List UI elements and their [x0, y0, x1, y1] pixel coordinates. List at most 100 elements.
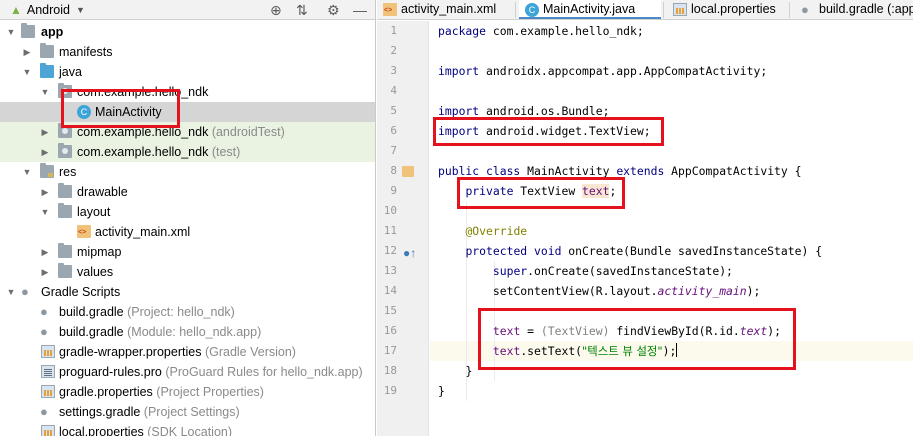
tree-item-gradle-properties[interactable]: gradle.properties (Project Properties)	[0, 382, 375, 402]
collapse-arrow-icon[interactable]: ▶	[40, 122, 50, 142]
line-number: 11	[383, 224, 397, 237]
xml-file-icon	[77, 225, 91, 238]
project-view-selector[interactable]: Android	[27, 3, 70, 17]
tree-item-java[interactable]: ▼ java	[0, 62, 375, 82]
tree-item-settings-gradle[interactable]: ● settings.gradle (Project Settings)	[0, 402, 375, 422]
tree-item-drawable[interactable]: ▶ drawable	[0, 182, 375, 202]
tree-item-gradle-scripts[interactable]: ▼ ● Gradle Scripts	[0, 282, 375, 302]
chevron-down-icon[interactable]: ▼	[76, 5, 85, 15]
tree-suffix: (androidTest)	[211, 125, 285, 139]
text-caret	[676, 343, 678, 357]
override-icon[interactable]: ●↑	[403, 246, 416, 260]
expand-arrow-icon[interactable]: ▼	[6, 22, 16, 42]
tree-item-app[interactable]: ▼ app	[0, 22, 375, 42]
code-token: com.example.hello_ndk;	[486, 24, 644, 38]
resource-folder-icon	[40, 163, 54, 178]
tree-label: build.gradle	[59, 305, 124, 319]
collapse-arrow-icon[interactable]: ▶	[40, 242, 50, 262]
tree-label: gradle-wrapper.properties	[59, 345, 202, 359]
tab-label: local.properties	[691, 2, 776, 16]
tree-label: drawable	[77, 185, 128, 199]
android-class-icon[interactable]	[402, 166, 414, 177]
line-number: 6	[390, 124, 397, 137]
tree-item-package-android-test[interactable]: ▶ com.example.hello_ndk (androidTest)	[0, 122, 375, 142]
code-token: text	[582, 184, 610, 198]
gradle-icon: ●	[40, 404, 48, 419]
code-token: text	[492, 344, 521, 358]
tab-local-properties[interactable]: local.properties	[667, 0, 787, 19]
code-token: (TextView)	[540, 324, 610, 338]
gear-icon[interactable]: ⚙	[327, 1, 340, 19]
tree-item-manifests[interactable]: ▶ manifests	[0, 42, 375, 62]
line-number: 14	[383, 284, 397, 297]
code-line-14: setContentView(R.layout.activity_main);	[438, 281, 760, 301]
tab-build-gradle-app[interactable]: ● build.gradle (:app	[795, 0, 913, 19]
tree-suffix: (Project Properties)	[156, 385, 264, 399]
minimize-icon[interactable]: —	[353, 1, 367, 19]
tree-item-build-gradle-module[interactable]: ● build.gradle (Module: hello_ndk.app)	[0, 322, 375, 342]
properties-file-icon	[41, 425, 55, 436]
tree-suffix: (SDK Location)	[147, 425, 233, 436]
tab-label: MainActivity.java	[543, 2, 636, 16]
tree-label-group: com.example.hello_ndk (test)	[77, 142, 240, 162]
code-token: text	[492, 324, 521, 338]
tab-activity-main-xml[interactable]: activity_main.xml	[377, 0, 499, 19]
tree-item-main-activity[interactable]: C MainActivity	[0, 102, 375, 122]
tree-suffix: (test)	[211, 145, 241, 159]
code-token: @Override	[465, 224, 528, 238]
tree-item-res[interactable]: ▼ res	[0, 162, 375, 182]
gradle-icon: ●	[21, 284, 29, 299]
line-number: 7	[390, 144, 397, 157]
tree-label-group: local.properties (SDK Location)	[59, 422, 232, 436]
tree-label: values	[77, 265, 114, 279]
gradle-icon: ●	[40, 304, 48, 319]
tree-item-package-test[interactable]: ▶ com.example.hello_ndk (test)	[0, 142, 375, 162]
tree-item-gradle-wrapper-properties[interactable]: gradle-wrapper.properties (Gradle Versio…	[0, 342, 375, 362]
gradle-icon: ●	[801, 2, 809, 17]
code-editor[interactable]: package com.example.hello_ndk; import an…	[430, 21, 913, 436]
tab-main-activity-java[interactable]: C MainActivity.java	[519, 0, 661, 19]
expand-arrow-icon[interactable]: ▼	[6, 282, 16, 302]
tab-label: activity_main.xml	[401, 2, 497, 16]
target-icon[interactable]: ⊕	[270, 1, 282, 19]
expand-arrow-icon[interactable]: ▼	[22, 62, 32, 82]
code-token: AppCompatActivity {	[664, 164, 802, 178]
tab-divider	[515, 2, 516, 18]
package-icon	[58, 143, 72, 158]
collapse-arrow-icon[interactable]: ▶	[40, 142, 50, 162]
tree-label: Gradle Scripts	[41, 285, 121, 299]
project-toolbar: ▲ Android ▼ ⊕ ⇅ ⚙ —	[0, 0, 375, 20]
tree-item-package[interactable]: ▼ com.example.hello_ndk	[0, 82, 375, 102]
tree-label: app	[41, 25, 64, 39]
expand-arrow-icon[interactable]: ▼	[40, 202, 50, 222]
collapse-arrow-icon[interactable]: ▶	[22, 42, 32, 62]
tree-item-activity-main-xml[interactable]: activity_main.xml	[0, 222, 375, 242]
code-token: );	[746, 284, 761, 298]
line-number: 4	[390, 84, 397, 97]
code-token: import	[438, 64, 480, 78]
code-token: }	[465, 364, 473, 378]
expand-arrow-icon[interactable]: ▼	[22, 162, 32, 182]
tree-suffix: (Project Settings)	[143, 405, 240, 419]
expand-arrow-icon[interactable]: ▼	[40, 82, 50, 102]
collapse-arrow-icon[interactable]: ▶	[40, 182, 50, 202]
code-token: protected void	[465, 244, 562, 258]
tree-item-local-properties[interactable]: local.properties (SDK Location)	[0, 422, 375, 436]
code-token: ;	[609, 184, 617, 198]
tree-suffix: (Module: hello_ndk.app)	[127, 325, 262, 339]
tree-item-values[interactable]: ▶ values	[0, 262, 375, 282]
code-token: android.widget.TextView;	[479, 124, 651, 138]
tree-item-proguard-rules[interactable]: proguard-rules.pro (ProGuard Rules for h…	[0, 362, 375, 382]
tree-item-mipmap[interactable]: ▶ mipmap	[0, 242, 375, 262]
code-line-13: super.onCreate(savedInstanceState);	[438, 261, 733, 281]
collapse-icon[interactable]: ⇅	[296, 1, 308, 19]
code-line-16: text = (TextView) findViewById(R.id.text…	[438, 321, 781, 341]
properties-file-icon	[41, 385, 55, 398]
code-line-19: }	[438, 381, 445, 401]
collapse-arrow-icon[interactable]: ▶	[40, 262, 50, 282]
gradle-icon: ●	[40, 324, 48, 339]
tree-item-build-gradle-project[interactable]: ● build.gradle (Project: hello_ndk)	[0, 302, 375, 322]
folder-icon	[58, 263, 72, 278]
tree-label-group: proguard-rules.pro (ProGuard Rules for h…	[59, 362, 363, 382]
tree-item-layout[interactable]: ▼ layout	[0, 202, 375, 222]
